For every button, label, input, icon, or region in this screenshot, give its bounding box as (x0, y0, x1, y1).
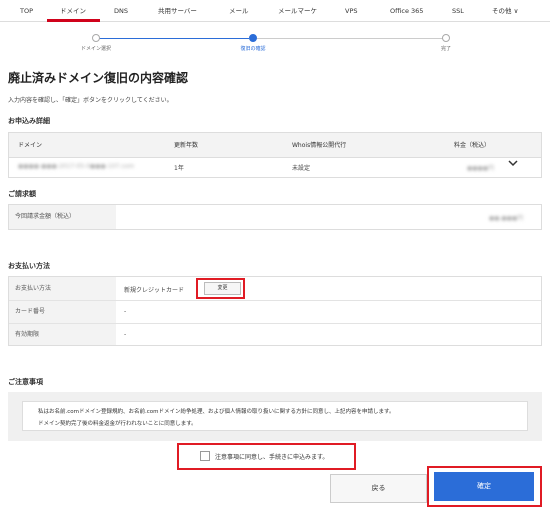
page-title: 廃止済みドメイン復旧の内容確認 (8, 71, 189, 85)
top-nav: TOP ドメイン DNS 共用サーバー メール メールマーケ VPS Offic… (0, 0, 550, 22)
notice-section-title: ご注意事項 (8, 378, 43, 386)
billing-label: 今回請求金額（税込） (9, 205, 116, 229)
step-label-2: 復旧の確認 (240, 46, 266, 52)
nav-active-indicator (47, 19, 100, 22)
page-description: 入力内容を確認し、「確定」ボタンをクリックしてください。 (8, 97, 173, 104)
back-button[interactable]: 戻る (330, 474, 427, 503)
payment-method-label: お支払い方法 (9, 277, 116, 300)
payment-section-title: お支払い方法 (8, 262, 50, 270)
notice-line-1: 私はお名前.comドメイン登録規約、お名前.comドメイン紛争処理、および個人情… (38, 409, 395, 415)
billing-section-title: ご請求額 (8, 190, 36, 198)
nav-item-vps[interactable]: VPS (345, 0, 358, 22)
order-price: ●●●●円 (467, 165, 494, 172)
nav-item-mail[interactable]: メール (229, 0, 249, 22)
step-label-3: 完了 (440, 46, 452, 52)
expiry-label: 有効期限 (9, 324, 116, 345)
nav-item-more[interactable]: その他 ∨ (492, 0, 518, 22)
step-label-1: ドメイン選択 (80, 46, 112, 52)
highlight-frame (196, 278, 245, 299)
nav-item-shared-server[interactable]: 共用サーバー (158, 0, 197, 22)
nav-item-mail-marketing[interactable]: メールマーケ (278, 0, 317, 22)
billing-amount: ●●,●●●円 (489, 215, 524, 222)
order-years: 1年 (174, 165, 184, 172)
step-dot-3 (442, 34, 450, 42)
highlight-frame (177, 443, 356, 470)
step-dot-2 (249, 34, 257, 42)
nav-item-office365[interactable]: Office 365 (390, 0, 423, 22)
col-domain: ドメイン (18, 142, 43, 149)
card-number-value: - (124, 308, 127, 315)
order-domain: ●●●●-●●●-2017-05-0●●●-107.com (18, 163, 135, 170)
step-dot-1 (92, 34, 100, 42)
notice-line-2: ドメイン契約完了後の料金返金が行われないことに同意します。 (38, 421, 197, 427)
col-whois: Whois情報公開代行 (292, 142, 347, 149)
notice-area: 私はお名前.comドメイン登録規約、お名前.comドメイン紛争処理、および個人情… (8, 392, 542, 441)
payment-table: お支払い方法 新規クレジットカード カード番号 - 有効期限 - (8, 276, 542, 346)
order-section-title: お申込み詳細 (8, 117, 50, 125)
nav-item-dns[interactable]: DNS (114, 0, 128, 22)
payment-method-value: 新規クレジットカード (124, 287, 185, 294)
order-table: ドメイン 更新年数 Whois情報公開代行 料金（税込） ●●●●-●●●-20… (8, 132, 542, 178)
col-years: 更新年数 (174, 142, 199, 149)
highlight-frame (427, 466, 542, 507)
nav-item-top[interactable]: TOP (20, 0, 33, 22)
order-whois: 未設定 (292, 165, 311, 172)
card-number-label: カード番号 (9, 301, 116, 323)
step-line-done (96, 38, 249, 39)
col-price: 料金（税込） (454, 142, 491, 149)
progress-stepper: ドメイン選択 復旧の確認 完了 (0, 28, 550, 56)
billing-box: 今回請求金額（税込） ●●,●●●円 (8, 204, 542, 230)
chevron-down-icon[interactable] (507, 157, 519, 169)
expiry-value: - (124, 331, 127, 338)
nav-item-ssl[interactable]: SSL (452, 0, 464, 22)
notice-box: 私はお名前.comドメイン登録規約、お名前.comドメイン紛争処理、および個人情… (22, 401, 528, 431)
step-line-pending (253, 38, 446, 39)
order-table-header: ドメイン 更新年数 Whois情報公開代行 料金（税込） (9, 133, 541, 158)
